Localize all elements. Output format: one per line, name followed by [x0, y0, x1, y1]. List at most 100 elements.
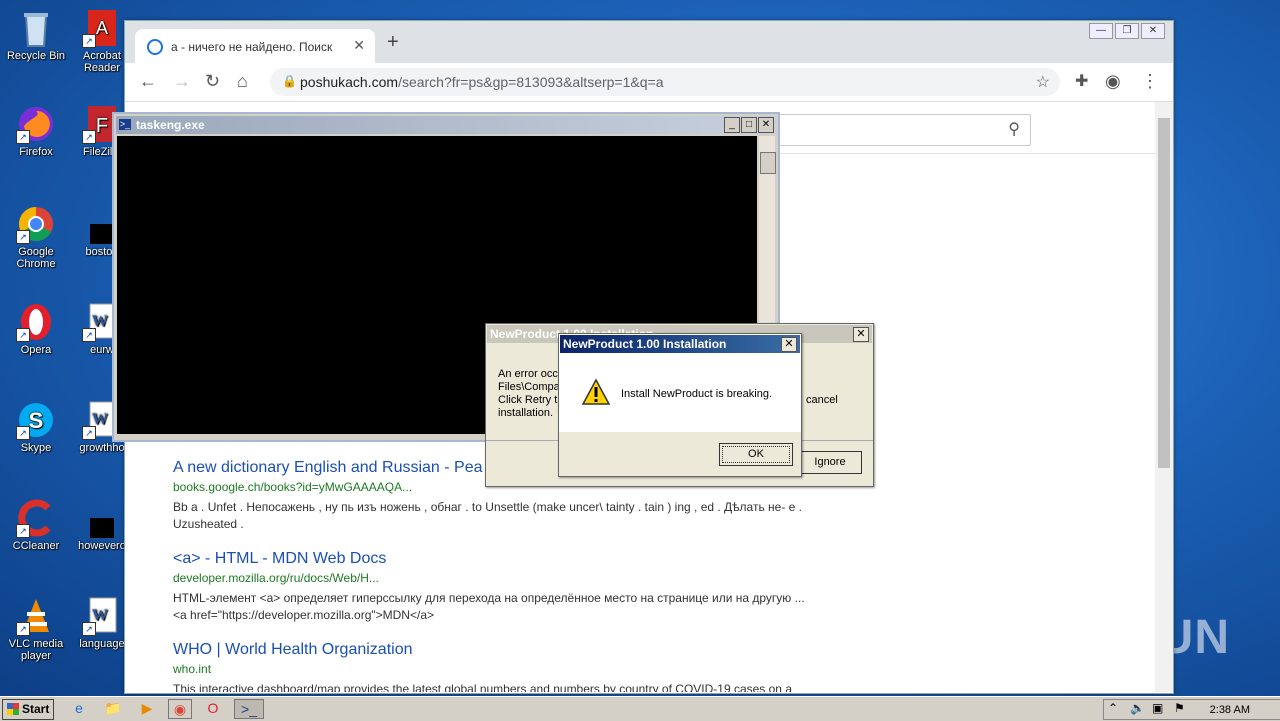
- desktop-icon-chrome[interactable]: ↗ Google Chrome: [0, 204, 72, 270]
- search-result: WHO | World Health Organization who.int …: [173, 641, 813, 692]
- installer-error-message: An error occ Files\Compa Click Retry t i…: [498, 368, 560, 420]
- error-line: An error occ: [498, 368, 558, 380]
- tray-expand-icon[interactable]: ⌃: [1108, 701, 1118, 715]
- console-close-button[interactable]: ✕: [758, 117, 774, 133]
- address-bar[interactable]: 🔒 poshukach.com/search?fr=ps&gp=813093&a…: [270, 68, 1060, 96]
- result-snippet: Bb a . Unfet . Непосажень , ну пь изъ но…: [173, 500, 802, 531]
- start-button[interactable]: Start: [2, 699, 54, 720]
- desktop-icon-ccleaner[interactable]: ↗ CCleaner: [0, 498, 72, 552]
- console-scroll-thumb[interactable]: [760, 152, 776, 174]
- search-icon[interactable]: ⚲: [1008, 119, 1020, 139]
- start-label: Start: [22, 702, 50, 716]
- windows-logo-icon: [7, 703, 19, 715]
- tab-title: а - ничего не найдено. Поиск: [171, 40, 333, 54]
- svg-text:A: A: [96, 18, 108, 38]
- desktop-icon-skype[interactable]: S ↗ Skype: [0, 400, 72, 454]
- desktop-icon-vlc[interactable]: ↗ VLC media player: [0, 596, 72, 662]
- message-dialog-title: NewProduct 1.00 Installation: [563, 337, 727, 351]
- desktop-icon-label: Google Chrome: [16, 246, 56, 270]
- clock[interactable]: 2:38 AM: [1210, 704, 1250, 716]
- desktop-icon-opera[interactable]: ↗ Opera: [0, 302, 72, 356]
- new-tab-button[interactable]: +: [387, 31, 399, 54]
- desktop-icon-label: VLC media player: [8, 638, 64, 662]
- tab-strip: а - ничего не найдено. Поиск ✕ + — ❐ ✕: [125, 21, 1173, 63]
- network-icon[interactable]: ▣: [1152, 701, 1163, 715]
- profile-avatar-icon[interactable]: ◉: [1105, 71, 1121, 92]
- error-line: cancel: [806, 394, 838, 406]
- firefox-icon: ↗: [16, 104, 56, 144]
- result-title-link[interactable]: <a> - HTML - MDN Web Docs: [173, 550, 813, 568]
- extensions-puzzle-icon[interactable]: ✚: [1075, 71, 1088, 91]
- system-tray: ⌃ 🔈 ▣ ⚑ 2:38 AM: [1103, 699, 1280, 720]
- desktop-icon-label: Opera: [20, 344, 52, 356]
- result-snippet: HTML-элемент <a> определяет гиперссылку …: [173, 591, 805, 622]
- desktop-icon-label: Firefox: [19, 146, 53, 158]
- error-line: installation.: [498, 407, 554, 419]
- desktop-icon-recycle-bin[interactable]: Recycle Bin: [0, 8, 72, 62]
- result-snippet: This interactive dashboard/map provides …: [173, 682, 792, 692]
- browser-toolbar: ← → ↻ ⌂ 🔒 poshukach.com/search?fr=ps&gp=…: [125, 63, 1173, 102]
- url-text: poshukach.com/search?fr=ps&gp=813093&alt…: [300, 74, 663, 90]
- error-line: Click Retry t: [498, 394, 558, 406]
- console-title: taskeng.exe: [136, 118, 205, 132]
- installer-dialog-close-button[interactable]: ✕: [853, 327, 869, 342]
- ignore-button[interactable]: Ignore: [798, 451, 862, 474]
- message-dialog-titlebar[interactable]: NewProduct 1.00 Installation ✕: [560, 335, 800, 353]
- message-text: Install NewProduct is breaking.: [621, 388, 773, 400]
- desktop-icon-label: Skype: [20, 442, 52, 454]
- reload-icon[interactable]: ↻: [205, 71, 220, 92]
- menu-kebab-icon[interactable]: ⋮: [1141, 71, 1159, 92]
- scroll-thumb[interactable]: [1158, 118, 1170, 468]
- chrome-icon: ↗: [16, 204, 56, 244]
- svg-text:F: F: [96, 115, 108, 137]
- message-dialog-close-button[interactable]: ✕: [781, 337, 797, 352]
- media-player-icon[interactable]: ▶: [136, 699, 158, 717]
- console-minimize-button[interactable]: _: [724, 117, 740, 133]
- minimize-button[interactable]: —: [1089, 23, 1113, 39]
- forward-arrow-icon[interactable]: →: [173, 71, 191, 92]
- taskbar: Start e 📁 ▶ ◉ O >_ ⌃ 🔈 ▣ ⚑ 2:38 AM: [0, 696, 1280, 721]
- search-result: <a> - HTML - MDN Web Docs developer.mozi…: [173, 550, 813, 624]
- svg-text:S: S: [29, 408, 44, 433]
- chrome-taskbar-icon[interactable]: ◉: [168, 699, 192, 719]
- result-title-link[interactable]: WHO | World Health Organization: [173, 641, 813, 659]
- warning-icon: [581, 378, 611, 406]
- desktop-icon-label: Recycle Bin: [6, 50, 66, 62]
- maximize-button[interactable]: ❐: [1115, 23, 1139, 39]
- lock-icon: 🔒: [282, 74, 297, 88]
- ok-button[interactable]: OK: [719, 443, 793, 466]
- error-line: Files\Compa: [498, 381, 560, 393]
- skype-icon: S ↗: [16, 400, 56, 440]
- page-scrollbar[interactable]: [1155, 102, 1173, 692]
- console-maximize-button[interactable]: □: [741, 117, 757, 133]
- console-titlebar[interactable]: >_ taskeng.exe _ □ ✕: [116, 116, 776, 134]
- opera-taskbar-icon[interactable]: O: [202, 699, 224, 717]
- close-window-button[interactable]: ✕: [1141, 23, 1165, 39]
- bookmark-star-icon[interactable]: ☆: [1036, 72, 1050, 92]
- page-search-input[interactable]: ⚲: [765, 114, 1031, 146]
- desktop-icon-firefox[interactable]: ↗ Firefox: [0, 104, 72, 158]
- action-center-flag-icon[interactable]: ⚑: [1174, 701, 1185, 715]
- volume-icon[interactable]: 🔈: [1130, 701, 1145, 715]
- home-icon[interactable]: ⌂: [237, 71, 248, 92]
- back-arrow-icon[interactable]: ←: [139, 71, 157, 92]
- file-icon: [82, 498, 122, 538]
- url-path: /search?fr=ps&gp=813093&altserp=1&q=a: [398, 74, 664, 90]
- ie-icon[interactable]: e: [68, 699, 90, 717]
- newproduct-message-dialog: NewProduct 1.00 Installation ✕ Install N…: [558, 333, 802, 477]
- window-controls: — ❐ ✕: [1089, 23, 1165, 39]
- opera-icon: ↗: [16, 302, 56, 342]
- url-host: poshukach.com: [300, 74, 399, 90]
- console-icon: >_: [119, 119, 131, 130]
- result-url[interactable]: developer.mozilla.org/ru/docs/Web/H...: [173, 571, 813, 585]
- acrobat-icon: A ↗: [82, 8, 122, 48]
- tab-close-button[interactable]: ✕: [353, 37, 365, 54]
- console-taskbar-button[interactable]: >_: [234, 699, 264, 719]
- result-url[interactable]: who.int: [173, 662, 813, 676]
- explorer-folder-icon[interactable]: 📁: [102, 699, 124, 717]
- desktop-icon-label: CCleaner: [12, 540, 60, 552]
- word-doc-icon: W ↗: [82, 596, 122, 636]
- browser-tab[interactable]: а - ничего не найдено. Поиск ✕: [135, 29, 375, 63]
- vlc-icon: ↗: [16, 596, 56, 636]
- console-window-controls: _ □ ✕: [724, 117, 774, 133]
